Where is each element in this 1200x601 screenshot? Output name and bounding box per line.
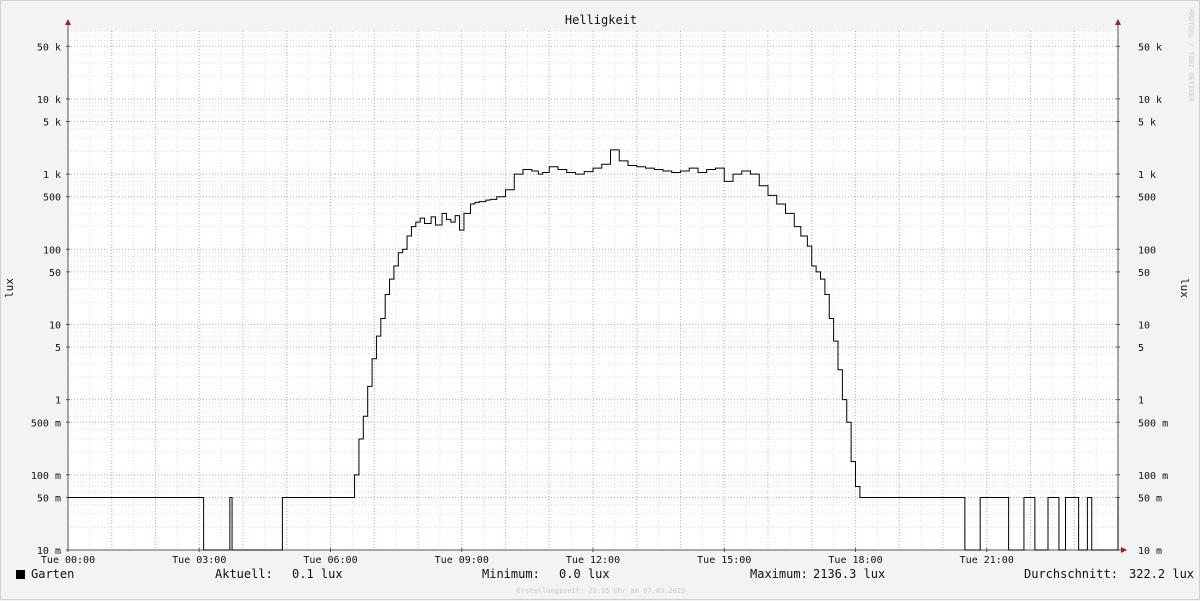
y-axis-arrow-left [65,19,71,25]
legend-avg-label: Durchschnitt: [1024,567,1118,581]
y-tick-label-left: 50 m [37,493,61,504]
chart-frame: 10 m 10 m 50 m 50 m 100 m 100 m 500 m 500 m1155… [0,0,1200,600]
y-tick-label-right: 10 k [1138,95,1162,106]
x-tick-label: Tue 15:00 [697,555,751,566]
y-tick-label-right: 50 k [1138,42,1162,53]
x-tick-label: Tue 00:00 [41,555,95,566]
y-tick-label-right: 50 m [1138,493,1162,504]
y-tick-label-left: 1 [55,396,61,407]
y-tick-label-left: 5 [55,343,61,354]
y-tick-label-left: 5 k [43,118,61,129]
chart-title: Helligkeit [565,13,637,27]
legend-min-label: Minimum: [482,567,540,581]
y-tick-label-right: 10 [1138,320,1150,331]
y-tick-label-left: 500 [43,193,61,204]
legend-max-label: Maximum: [750,567,808,581]
y-tick-label-left: 100 [43,245,61,256]
y-tick-label-left: 10 [49,320,61,331]
y-tick-label-right: 1 [1138,396,1144,407]
y-tick-label-right: 500 m [1138,418,1168,429]
x-tick-label: Tue 03:00 [172,555,226,566]
x-tick-label: Tue 18:00 [828,555,882,566]
y-tick-label-right: 500 [1138,193,1156,204]
y-axis-label-left: lux [3,278,16,298]
y-tick-label-right: 50 [1138,268,1150,279]
y-tick-label-right: 100 m [1138,471,1168,482]
y-tick-label-right: 1 k [1138,170,1156,181]
chart-svg: 10 m 10 m50 m 50 m100 m 100 m500 m 500 m1 15 5… [3,9,1195,595]
y-tick-label-right: 5 k [1138,118,1156,129]
y-tick-label-left: 50 [49,268,61,279]
legend-min-value: 0.0 lux [559,567,610,581]
legend-current-value: 0.1 lux [292,567,343,581]
x-tick-label: Tue 12:00 [566,555,620,566]
legend-max-value: 2136.3 lux [813,567,886,581]
y-tick-label-left: 10 k [37,95,61,106]
x-tick-label: Tue 21:00 [960,555,1014,566]
legend-current-label: Aktuell: [215,567,273,581]
y-tick-label-left: 50 k [37,42,61,53]
y-axis-arrow-right [1115,19,1121,25]
legend: Garten Aktuell: 0.1 lux Minimum: 0.0 lux… [1,567,1200,585]
x-tick-label: Tue 06:00 [303,555,357,566]
legend-series-name: Garten [31,567,75,581]
x-axis-arrow [1121,547,1127,553]
y-tick-label-left: 100 m [31,471,61,482]
y-tick-label-left: 500 m [31,418,61,429]
footer-timestamp: Erstellungszeit: 23:55 Uhr am 07.03.2023 [517,587,686,595]
y-tick-label-right: 5 [1138,343,1144,354]
legend-swatch [16,570,25,579]
legend-avg-value: 322.2 lux [1129,567,1195,581]
y-tick-label-right: 100 [1138,245,1156,256]
y-axis-label-right: lux [1178,278,1191,298]
watermark: RRDTOOL / TOBI OETIKER [1187,9,1195,103]
y-tick-label-right: 10 m [1138,546,1162,557]
y-tick-label-left: 1 k [43,170,61,181]
x-tick-label: Tue 09:00 [435,555,489,566]
